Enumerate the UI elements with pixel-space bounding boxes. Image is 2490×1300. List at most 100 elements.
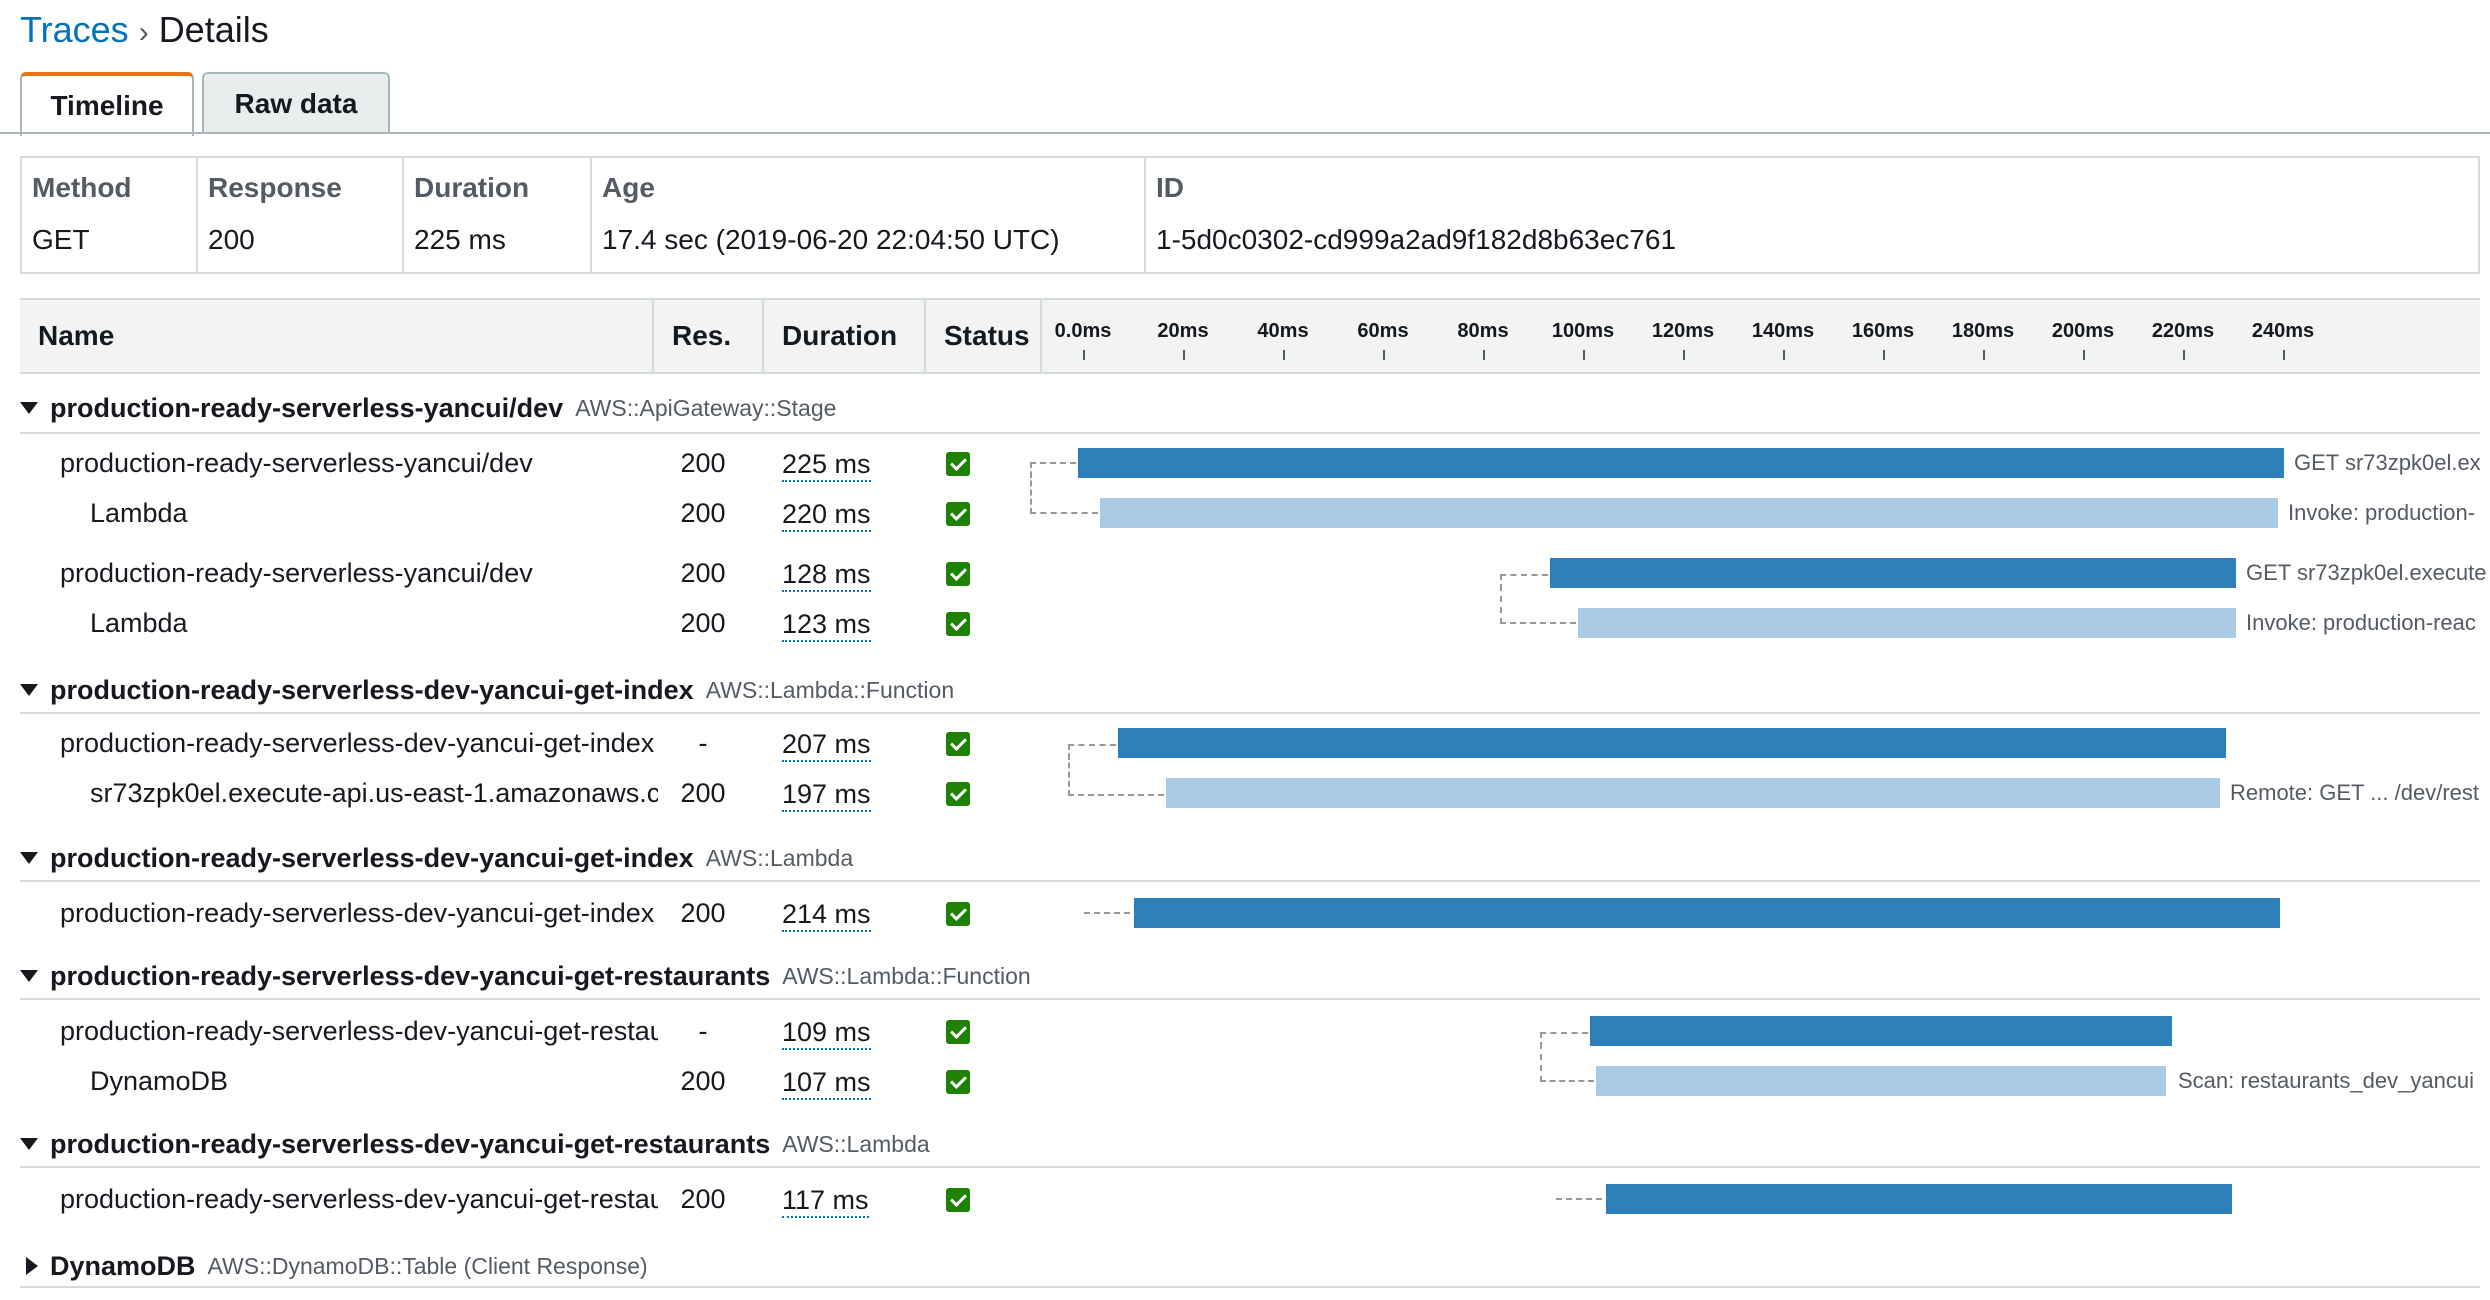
bar-label: Invoke: production-reac: [2246, 610, 2476, 635]
connector-line: [1540, 1032, 1594, 1082]
segment-row[interactable]: production-ready-serverless-yancui/dev 20…: [0, 442, 2490, 490]
segment-duration[interactable]: 107 ms: [782, 1066, 871, 1100]
segment-response: -: [698, 1016, 708, 1046]
segment-row[interactable]: production-ready-serverless-dev-yancui-g…: [0, 892, 2490, 940]
status-ok-icon: [946, 452, 970, 476]
group-header[interactable]: production-ready-serverless-dev-yancui-g…: [20, 1124, 930, 1164]
group-header[interactable]: DynamoDB AWS::DynamoDB::Table (Client Res…: [20, 1246, 648, 1286]
group-type: AWS::DynamoDB::Table (Client Response): [207, 1252, 648, 1279]
segment-row[interactable]: Lambda 200 123 ms Invoke: production-reac: [0, 602, 2490, 650]
caret-down-icon[interactable]: [20, 1138, 38, 1150]
bar-label: GET sr73zpk0el.ex: [2294, 450, 2481, 475]
connector-line: [1084, 912, 1130, 914]
timeline-bar[interactable]: [1100, 498, 2278, 528]
group-header[interactable]: production-ready-serverless-yancui/dev AW…: [20, 388, 836, 428]
segment-row[interactable]: Lambda 200 220 ms Invoke: production-: [0, 492, 2490, 540]
timeline-bar[interactable]: [1118, 728, 2226, 758]
status-ok-icon: [946, 1070, 970, 1094]
segment-row[interactable]: production-ready-serverless-dev-yancui-g…: [0, 1178, 2490, 1226]
caret-down-icon[interactable]: [20, 402, 38, 414]
timeline-bar[interactable]: [1606, 1184, 2232, 1214]
group-name: production-ready-serverless-dev-yancui-g…: [50, 842, 694, 873]
segment-response: 200: [680, 608, 726, 638]
segment-duration[interactable]: 214 ms: [782, 898, 871, 932]
group-type: AWS::Lambda::Function: [705, 676, 955, 703]
group-name: DynamoDB: [50, 1250, 196, 1281]
group-divider: [20, 1286, 2480, 1288]
status-ok-icon: [946, 562, 970, 586]
caret-right-icon[interactable]: [26, 1257, 38, 1275]
segment-response: 200: [680, 898, 726, 928]
group-divider: [20, 432, 2480, 434]
timeline-bar[interactable]: [1596, 1066, 2166, 1096]
segment-duration[interactable]: 207 ms: [782, 728, 871, 762]
segment-response: 200: [680, 778, 726, 808]
timeline-bar[interactable]: [1078, 448, 2284, 478]
timeline-bar[interactable]: [1578, 608, 2236, 638]
segment-duration[interactable]: 109 ms: [782, 1016, 871, 1050]
segment-duration[interactable]: 123 ms: [782, 608, 871, 642]
segment-response: 200: [680, 448, 726, 478]
caret-down-icon[interactable]: [20, 852, 38, 864]
group-type: AWS::Lambda: [782, 1130, 930, 1157]
status-ok-icon: [946, 732, 970, 756]
bar-label: Scan: restaurants_dev_yancui: [2178, 1068, 2474, 1093]
caret-down-icon[interactable]: [20, 684, 38, 696]
group-type: AWS::Lambda::Function: [782, 962, 1031, 989]
segment-response: 200: [680, 1066, 726, 1096]
segment-row[interactable]: production-ready-serverless-yancui/dev 20…: [0, 552, 2490, 600]
group-divider: [20, 712, 2480, 714]
segment-name: production-ready-serverless-dev-yancui-g…: [60, 898, 655, 928]
connector-line: [1500, 574, 1576, 624]
group-header[interactable]: production-ready-serverless-dev-yancui-g…: [20, 956, 1031, 996]
segment-name: production-ready-serverless-dev-yancui-g…: [60, 728, 655, 758]
group-divider: [20, 998, 2480, 1000]
segment-name: production-ready-serverless-dev-yancui-g…: [60, 1184, 658, 1214]
group-header[interactable]: production-ready-serverless-dev-yancui-g…: [20, 670, 954, 710]
segment-name: Lambda: [90, 498, 188, 528]
status-ok-icon: [946, 782, 970, 806]
status-ok-icon: [946, 902, 970, 926]
group-header[interactable]: production-ready-serverless-dev-yancui-g…: [20, 838, 853, 878]
segment-duration[interactable]: 117 ms: [782, 1184, 869, 1218]
segment-name: production-ready-serverless-yancui/dev: [60, 448, 533, 478]
group-type: AWS::Lambda: [705, 844, 854, 871]
group-name: production-ready-serverless-dev-yancui-g…: [50, 1128, 771, 1159]
group-type: AWS::ApiGateway::Stage: [575, 394, 837, 421]
segment-duration[interactable]: 225 ms: [782, 448, 871, 482]
group-divider: [20, 1166, 2480, 1168]
timeline-bar[interactable]: [1134, 898, 2280, 928]
segment-row[interactable]: sr73zpk0el.execute-api.us-east-1.amazona…: [0, 772, 2490, 820]
connector-line: [1030, 462, 1098, 514]
segment-row[interactable]: DynamoDB 200 107 ms Scan: restaurants_dev_y…: [0, 1060, 2490, 1108]
timeline-bar[interactable]: [1550, 558, 2236, 588]
segment-name: production-ready-serverless-yancui/dev: [60, 558, 533, 588]
group-name: production-ready-serverless-dev-yancui-g…: [50, 674, 694, 705]
timeline-body: production-ready-serverless-yancui/dev AW…: [0, 0, 2490, 1300]
segment-duration[interactable]: 128 ms: [782, 558, 871, 592]
segment-response: 200: [680, 1184, 726, 1214]
timeline-bar[interactable]: [1166, 778, 2220, 808]
segment-row[interactable]: production-ready-serverless-dev-yancui-g…: [0, 1010, 2490, 1058]
status-ok-icon: [946, 1020, 970, 1044]
segment-name: DynamoDB: [90, 1066, 229, 1096]
bar-label: GET sr73zpk0el.execute: [2246, 560, 2486, 585]
group-name: production-ready-serverless-yancui/dev: [50, 392, 564, 423]
segment-duration[interactable]: 197 ms: [782, 778, 871, 812]
bar-label: Remote: GET ... /dev/rest: [2230, 780, 2480, 805]
caret-down-icon[interactable]: [20, 970, 38, 982]
segment-name: Lambda: [90, 608, 188, 638]
segment-name: sr73zpk0el.execute-api.us-east-1.amazona…: [90, 778, 658, 808]
status-ok-icon: [946, 502, 970, 526]
status-ok-icon: [946, 1188, 970, 1212]
status-ok-icon: [946, 612, 970, 636]
group-divider: [20, 880, 2480, 882]
segment-row[interactable]: production-ready-serverless-dev-yancui-g…: [0, 722, 2490, 770]
connector-line: [1556, 1198, 1602, 1200]
segment-response: 200: [680, 558, 726, 588]
segment-duration[interactable]: 220 ms: [782, 498, 871, 532]
segment-name: production-ready-serverless-dev-yancui-g…: [60, 1016, 658, 1046]
connector-line: [1068, 744, 1164, 796]
timeline-bar[interactable]: [1590, 1016, 2172, 1046]
bar-label: Invoke: production-: [2288, 500, 2476, 525]
